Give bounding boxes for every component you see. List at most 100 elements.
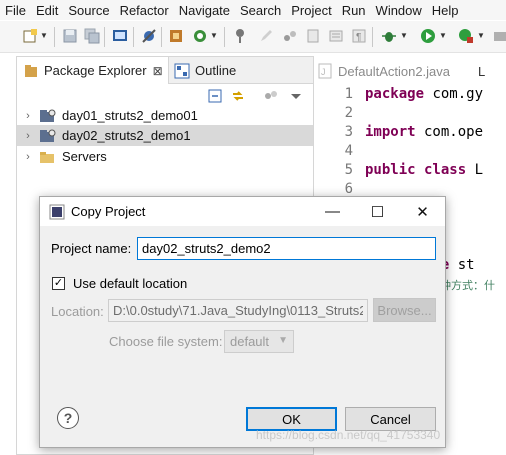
project-icon bbox=[40, 129, 56, 142]
code-text: st bbox=[449, 257, 475, 273]
close-icon[interactable]: ⊠ bbox=[153, 64, 163, 78]
code-keyword: package bbox=[365, 86, 425, 102]
line-number: 5 bbox=[344, 162, 353, 178]
package-explorer-icon bbox=[25, 64, 37, 77]
menu-project[interactable]: Project bbox=[286, 3, 336, 18]
refresh-icon[interactable] bbox=[192, 28, 208, 44]
location-input[interactable] bbox=[108, 299, 368, 322]
save-all-icon[interactable] bbox=[84, 28, 100, 44]
main-toolbar: ▼ ▼ ¶ ▼ ▼ ▼ bbox=[0, 21, 506, 53]
file-system-label: Choose file system: bbox=[109, 334, 223, 349]
skip-breakpoints-icon[interactable] bbox=[141, 28, 157, 44]
paragraph-icon[interactable]: ¶ bbox=[351, 28, 367, 44]
connect-icon[interactable] bbox=[282, 28, 298, 44]
code-text: com.ope bbox=[415, 124, 484, 140]
overflow-icon[interactable] bbox=[492, 28, 506, 44]
view-tabstrip: Package Explorer ⊠ Outline bbox=[17, 57, 313, 84]
new-dropdown-icon[interactable]: ▼ bbox=[40, 31, 48, 40]
tab-outline[interactable]: Outline bbox=[171, 57, 236, 84]
editor-tab-second-label: L bbox=[478, 63, 486, 79]
run-icon[interactable] bbox=[420, 28, 436, 44]
line-number: 3 bbox=[344, 124, 353, 140]
menu-run[interactable]: Run bbox=[337, 3, 371, 18]
menu-window[interactable]: Window bbox=[371, 3, 427, 18]
copy-project-dialog: Copy Project — ☐ ✕ Project name: ✓ Use d… bbox=[39, 196, 446, 448]
eclipse-icon bbox=[49, 204, 65, 219]
list-icon[interactable] bbox=[328, 28, 344, 44]
tree-item-selected[interactable]: › day02_struts2_demo1 bbox=[17, 125, 313, 146]
menu-bar: File Edit Source Refactor Navigate Searc… bbox=[0, 0, 506, 20]
project-name-label: Project name: bbox=[51, 241, 132, 256]
focus-icon[interactable] bbox=[263, 88, 279, 104]
toolbar-separator bbox=[104, 27, 105, 47]
code-keyword: public class bbox=[365, 162, 467, 178]
chevron-down-icon: ▼ bbox=[278, 335, 288, 346]
doc-icon[interactable] bbox=[305, 28, 321, 44]
tree-item-label: day02_struts2_demo1 bbox=[62, 128, 191, 143]
new-icon[interactable] bbox=[22, 28, 38, 44]
svg-text:¶: ¶ bbox=[356, 32, 361, 43]
maximize-button[interactable]: ☐ bbox=[355, 197, 400, 226]
tab-package-explorer-label: Package Explorer bbox=[44, 63, 147, 78]
expand-icon[interactable]: › bbox=[17, 110, 39, 122]
toolbar-separator bbox=[133, 27, 134, 47]
toolbar-separator bbox=[224, 27, 225, 47]
line-number: 6 bbox=[344, 181, 353, 197]
debug-dropdown-icon[interactable]: ▼ bbox=[400, 31, 408, 40]
close-button[interactable]: ✕ bbox=[400, 197, 445, 226]
tab-package-explorer[interactable]: Package Explorer ⊠ bbox=[17, 57, 169, 84]
save-icon[interactable] bbox=[62, 28, 78, 44]
debug-icon[interactable] bbox=[381, 28, 397, 44]
console-icon[interactable] bbox=[112, 28, 128, 44]
help-icon[interactable]: ? bbox=[57, 407, 79, 429]
toolbar-separator bbox=[54, 27, 55, 47]
file-system-select[interactable]: default ▼ bbox=[224, 330, 294, 353]
code-text: com.gy bbox=[424, 86, 484, 102]
file-system-value: default bbox=[230, 334, 270, 349]
open-type-icon[interactable] bbox=[168, 28, 184, 44]
use-default-location-checkbox[interactable]: ✓ bbox=[52, 277, 65, 290]
expand-icon[interactable]: › bbox=[17, 151, 39, 163]
watermark: https://blog.csdn.net/qq_41753340 bbox=[256, 428, 441, 442]
browse-button[interactable]: Browse... bbox=[373, 298, 436, 322]
project-name-input[interactable] bbox=[137, 237, 436, 260]
menu-navigate[interactable]: Navigate bbox=[174, 3, 235, 18]
tree-item[interactable]: › day01_struts2_demo01 bbox=[17, 105, 313, 126]
use-default-location-label: Use default location bbox=[73, 276, 188, 291]
code-line: package com.gy bbox=[365, 86, 483, 102]
code-keyword: import bbox=[365, 124, 416, 140]
minimize-button[interactable]: — bbox=[310, 197, 355, 226]
external-tools-icon[interactable] bbox=[458, 28, 474, 44]
external-tools-dropdown-icon[interactable]: ▼ bbox=[477, 31, 485, 40]
location-label: Location: bbox=[51, 304, 104, 319]
tree-item[interactable]: › Servers bbox=[17, 146, 313, 167]
menu-source[interactable]: Source bbox=[63, 3, 114, 18]
editor-tab-second[interactable]: L bbox=[478, 58, 506, 84]
code-line: import com.ope bbox=[365, 124, 483, 140]
menu-file[interactable]: File bbox=[0, 3, 31, 18]
link-with-editor-icon[interactable] bbox=[230, 88, 246, 104]
editor-tab[interactable]: J DefaultAction2.java bbox=[317, 58, 477, 84]
outline-icon bbox=[174, 63, 190, 78]
collapse-all-icon[interactable] bbox=[207, 88, 223, 104]
editor-tab-label: DefaultAction2.java bbox=[338, 63, 451, 79]
refresh-dropdown-icon[interactable]: ▼ bbox=[210, 31, 218, 40]
menu-refactor[interactable]: Refactor bbox=[115, 3, 174, 18]
menu-edit[interactable]: Edit bbox=[31, 3, 63, 18]
pen-icon[interactable] bbox=[258, 28, 274, 44]
run-dropdown-icon[interactable]: ▼ bbox=[439, 31, 447, 40]
view-menu-icon[interactable] bbox=[290, 88, 302, 104]
dialog-title: Copy Project bbox=[71, 204, 146, 219]
menu-search[interactable]: Search bbox=[235, 3, 286, 18]
dialog-titlebar[interactable]: Copy Project — ☐ ✕ bbox=[40, 197, 445, 226]
line-number: 1 bbox=[344, 86, 353, 102]
menu-help[interactable]: Help bbox=[427, 3, 464, 18]
code-text: L bbox=[466, 162, 484, 178]
pin-icon[interactable] bbox=[232, 28, 248, 44]
tree-item-label: day01_struts2_demo01 bbox=[62, 108, 198, 123]
expand-icon[interactable]: › bbox=[17, 130, 39, 142]
toolbar-separator bbox=[161, 27, 162, 47]
tab-outline-label: Outline bbox=[195, 63, 237, 78]
toolbar-separator bbox=[372, 27, 373, 47]
project-icon bbox=[40, 109, 56, 122]
